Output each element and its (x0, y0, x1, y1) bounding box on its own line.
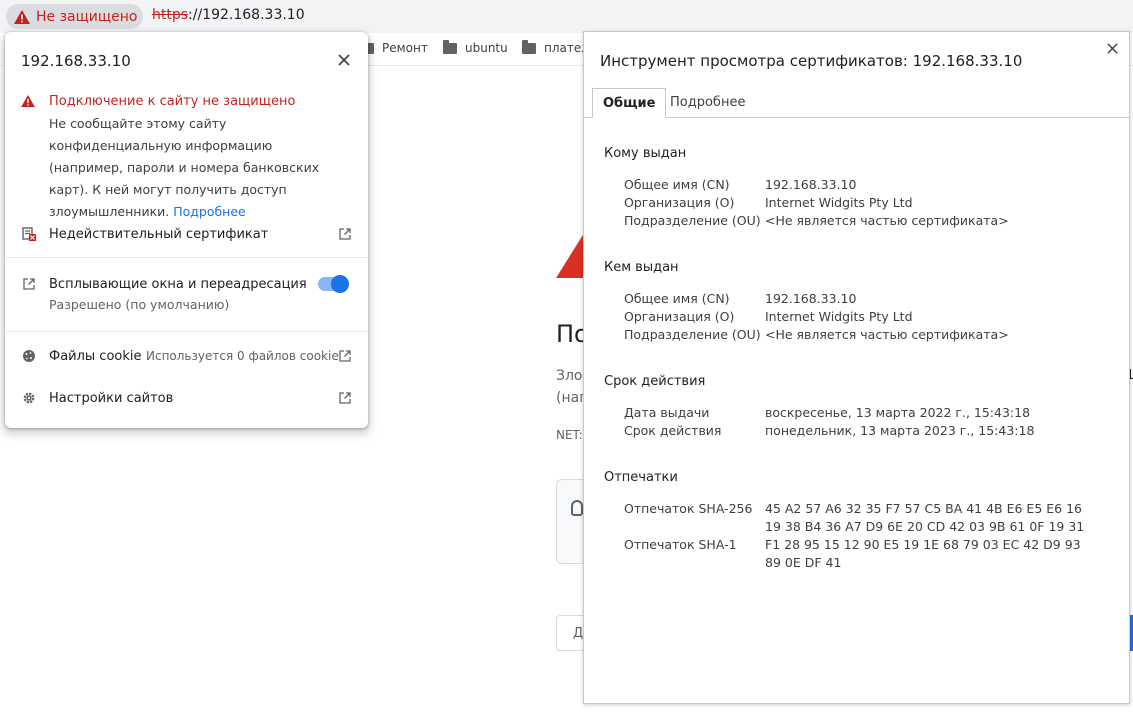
connection-warning-body: Не сообщайте этому сайту конфиденциальну… (49, 113, 349, 223)
field-value: воскресенье, 13 марта 2022 г., 15:43:18 (765, 405, 1031, 420)
field-key: Подразделение (OU) (624, 213, 761, 228)
field-value: Internet Widgits Pty Ltd (765, 309, 913, 324)
field-value: <Не является частью сертификата> (765, 327, 1009, 342)
divider (5, 331, 368, 332)
field-key: Организация (O) (624, 195, 735, 210)
field-key: Подразделение (OU) (624, 327, 761, 342)
bookmark-payments[interactable]: платеж (522, 39, 592, 55)
field-key: Общее имя (CN) (624, 291, 730, 306)
cookies-count: Используется 0 файлов cookie (146, 349, 339, 363)
sha256-key: Отпечаток SHA-256 (624, 501, 753, 516)
field-key: Срок действия (624, 423, 722, 438)
certificate-error-icon (21, 226, 37, 242)
site-settings-label: Настройки сайтов (49, 390, 174, 406)
url-field[interactable]: https://192.168.33.10 (152, 7, 305, 23)
sha256-value-line2: 19 38 B4 36 A7 D9 6E 20 CD 42 03 9B 61 0… (765, 519, 1085, 534)
invalid-certificate-row[interactable]: Недействительный сертификат (5, 222, 368, 246)
certificate-general-panel: Кому выдан Общее имя (CN) 192.168.33.10 … (584, 117, 1129, 703)
certificate-viewer: Инструмент просмотра сертификатов: 192.1… (583, 31, 1130, 704)
page-text-line2: (напр (556, 390, 586, 406)
page-error-code: NET:: (556, 428, 586, 442)
url-host: ://192.168.33.10 (188, 7, 305, 23)
tab-general[interactable]: Общие (592, 88, 667, 118)
sha256-value-line1: 45 A2 57 A6 32 35 F7 57 C5 BA 41 4B E6 E… (765, 501, 1082, 516)
popups-toggle[interactable] (318, 275, 349, 293)
lightbulb-icon (571, 500, 583, 516)
security-status-chip[interactable]: Не защищено (6, 4, 143, 29)
field-key: Дата выдачи (624, 405, 710, 420)
site-info-popup: 192.168.33.10 Подключение к сайту не защ… (5, 32, 368, 428)
field-key: Общее имя (CN) (624, 177, 730, 192)
close-icon (1106, 42, 1118, 54)
url-scheme: https (152, 7, 189, 23)
divider (5, 257, 368, 258)
security-status-label: Не защищено (36, 8, 138, 25)
page-text-line1: Злоу (556, 368, 586, 384)
open-in-new-icon (21, 276, 37, 292)
popups-redirects-status: Разрешено (по умолчанию) (49, 297, 230, 312)
address-bar: Не защищено https://192.168.33.10 (0, 0, 1133, 33)
field-value: 192.168.33.10 (765, 291, 857, 306)
page-warning-icon (556, 230, 586, 278)
bookmark-label: ubuntu (465, 41, 508, 55)
sha1-key: Отпечаток SHA-1 (624, 537, 737, 552)
bookmark-remont[interactable]: Ремонт (360, 39, 428, 55)
warning-icon (14, 9, 30, 24)
learn-more-link[interactable]: Подробнее (173, 204, 246, 219)
popup-host: 192.168.33.10 (21, 52, 131, 70)
external-link-icon (339, 392, 351, 404)
toggle-knob (331, 275, 349, 293)
external-link-icon (339, 350, 351, 362)
site-settings-row[interactable]: Настройки сайтов (5, 387, 368, 409)
warning-icon (21, 95, 35, 107)
popup-close-button[interactable] (334, 50, 354, 70)
field-value: 192.168.33.10 (765, 177, 857, 192)
field-value: понедельник, 13 марта 2023 г., 15:43:18 (765, 423, 1035, 438)
invalid-certificate-label: Недействительный сертификат (49, 226, 269, 242)
issued-to-title: Кому выдан (604, 146, 687, 161)
certificate-viewer-title: Инструмент просмотра сертификатов: 192.1… (600, 52, 1023, 70)
cookie-icon (21, 348, 37, 364)
bookmark-ubuntu[interactable]: ubuntu (443, 39, 508, 55)
field-key: Организация (O) (624, 309, 735, 324)
folder-icon (443, 39, 457, 54)
cookies-label: Файлы cookie (49, 348, 142, 364)
field-value: <Не является частью сертификата> (765, 213, 1009, 228)
certificate-viewer-close-button[interactable] (1102, 38, 1122, 58)
tab-details[interactable]: Подробнее (660, 88, 755, 118)
cookies-row[interactable]: Файлы cookie Используется 0 файлов cooki… (5, 345, 368, 367)
fingerprints-title: Отпечатки (604, 470, 678, 485)
external-link-icon (339, 228, 351, 240)
gear-icon (21, 390, 37, 406)
connection-warning-title: Подключение к сайту не защищено (49, 94, 296, 109)
sha1-value-line1: F1 28 95 15 12 90 E5 19 1E 68 79 03 EC 4… (765, 537, 1081, 552)
field-value: Internet Widgits Pty Ltd (765, 195, 913, 210)
close-icon (338, 54, 350, 66)
popups-redirects-label: Всплывающие окна и переадресация (49, 276, 307, 292)
bookmark-label: Ремонт (382, 41, 428, 55)
validity-title: Срок действия (604, 374, 706, 389)
issued-by-title: Кем выдан (604, 260, 679, 275)
popups-redirects-row: Всплывающие окна и переадресация (5, 273, 368, 295)
sha1-value-line2: 89 0E DF 41 (765, 555, 842, 570)
folder-icon (522, 39, 536, 54)
